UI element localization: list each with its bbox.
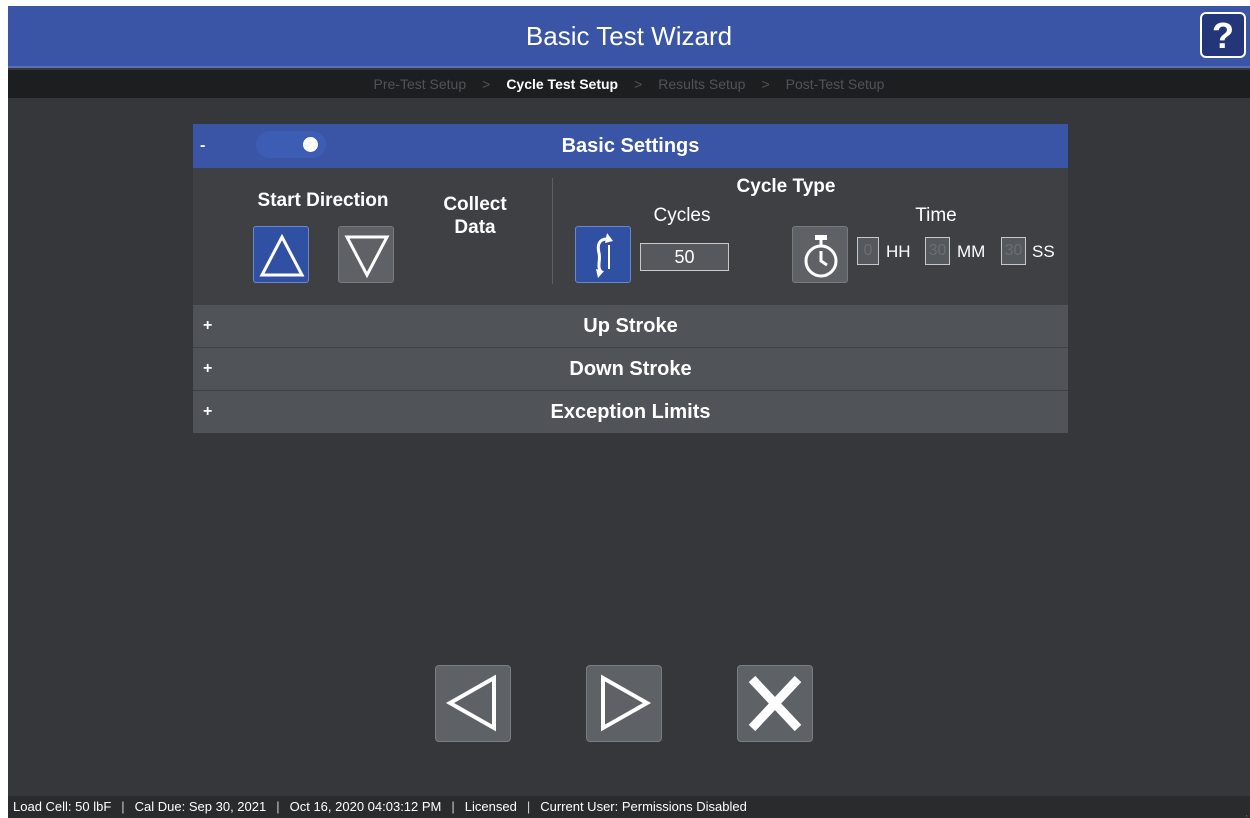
cycles-input[interactable]: 50 [640,243,729,271]
window-title: Basic Test Wizard [525,21,733,51]
datetime-status: Oct 16, 2020 04:03:12 PM [289,799,442,814]
cycle-arrows-icon [596,233,613,278]
title-bar: Basic Test Wizard ? [8,6,1250,68]
exception-limits-section[interactable]: + Exception Limits [193,390,1068,433]
status-separator: | [121,799,125,814]
status-bar: Load Cell: 50 lbF | Cal Due: Sep 30, 2021 |… [8,796,1250,818]
breadcrumb-post-test-setup[interactable]: Post-Test Setup [786,76,885,92]
start-down-button[interactable] [338,226,394,283]
up-triangle-icon [259,233,305,277]
up-stroke-section[interactable]: + Up Stroke [193,304,1068,347]
section-divider [552,178,553,284]
time-label: Time [915,205,957,226]
breadcrumb-pre-test-setup[interactable]: Pre-Test Setup [374,76,467,92]
status-separator: | [451,799,455,814]
down-triangle-icon [344,235,390,279]
cycles-label: Cycles [653,205,711,226]
breadcrumb: Pre-Test Setup > Cycle Test Setup > Results … [8,70,1250,98]
expand-toggle[interactable]: + [203,305,212,347]
resize-grip-icon[interactable]: ⋰ [1240,808,1248,818]
collect-data-label-line2: Data [454,217,496,238]
ss-label: SS [1032,242,1055,261]
status-separator: | [276,799,280,814]
hh-label: HH [886,242,911,261]
start-up-button[interactable] [253,226,309,283]
current-user-status: Current User: Permissions Disabled [540,799,747,814]
collect-data-label: Collect Data [429,193,521,239]
breadcrumb-results-setup[interactable]: Results Setup [658,76,745,92]
license-status: Licensed [464,799,517,814]
breadcrumb-separator: > [482,76,491,92]
basic-settings-title: Basic Settings [561,135,700,157]
stopwatch-icon [804,235,838,278]
help-button[interactable]: ? [1200,12,1246,58]
settings-panel: - Basic Settings Start Direction Collect… [193,124,1068,433]
cycles-mode-button[interactable] [575,226,631,283]
next-arrow-icon [601,674,652,732]
collect-data-toggle[interactable] [256,131,326,158]
app-window: Basic Test Wizard ? Pre-Test Setup > Cycle… [8,6,1250,818]
expand-toggle[interactable]: + [203,391,212,433]
breadcrumb-separator: > [634,76,643,92]
breadcrumb-separator: > [761,76,770,92]
down-stroke-section[interactable]: + Down Stroke [193,347,1068,390]
cal-due-status: Cal Due: Sep 30, 2021 [134,799,267,814]
time-mode-button[interactable] [792,226,848,283]
hours-input[interactable]: 0 [857,237,879,265]
next-button[interactable] [586,665,662,742]
cycle-type-label: Cycle Type [736,176,836,197]
basic-settings-body: Start Direction Collect Data Cycle Type … [193,168,1068,304]
mm-label: MM [957,242,986,261]
minutes-input[interactable]: 30 [925,237,950,265]
cancel-button[interactable] [737,665,813,742]
load-cell-status: Load Cell: 50 lbF [13,799,112,814]
back-arrow-icon [445,674,496,732]
collect-data-label-line1: Collect [443,194,507,215]
up-stroke-title: Up Stroke [583,315,678,337]
back-button[interactable] [435,665,511,742]
status-separator: | [526,799,531,814]
toggle-knob [303,137,318,152]
exception-limits-title: Exception Limits [550,401,711,423]
seconds-input[interactable]: 30 [1001,237,1026,265]
start-direction-label: Start Direction [257,190,389,211]
collapse-toggle[interactable]: - [200,124,205,168]
down-stroke-title: Down Stroke [569,358,692,380]
close-icon [748,675,802,732]
expand-toggle[interactable]: + [203,348,212,390]
breadcrumb-cycle-test-setup[interactable]: Cycle Test Setup [506,76,618,92]
